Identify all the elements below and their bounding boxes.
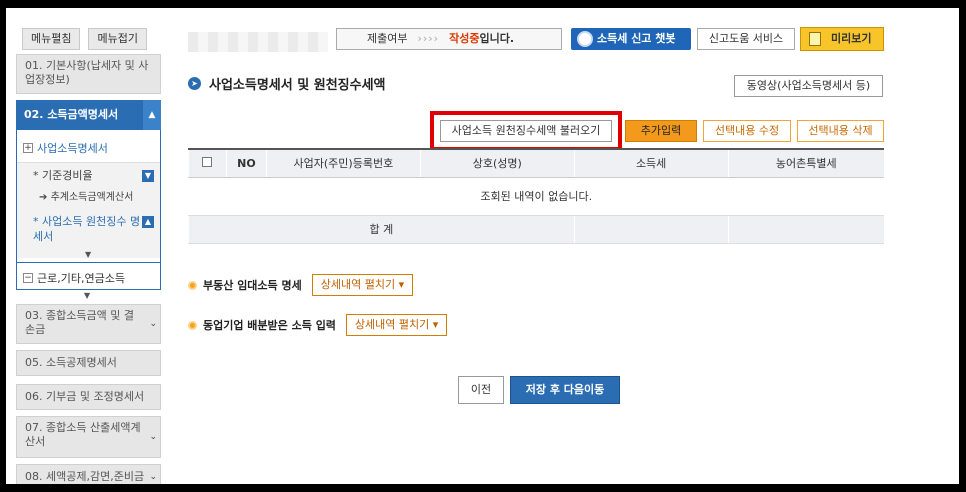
sidebar-step-03[interactable]: 03. 종합소득금액 및 결손금 ⌄ bbox=[16, 304, 161, 344]
sidebar-step-01[interactable]: 01. 기본사항(납세자 및 사업장정보) bbox=[16, 54, 161, 94]
chatbot-button[interactable]: 소득세 신고 챗봇 bbox=[571, 28, 691, 50]
sidebar-item-business-income-label: 사업소득명세서 bbox=[37, 142, 108, 155]
preview-button-label: 미리보기 bbox=[831, 32, 872, 45]
chevron-down-icon[interactable]: ⌄ bbox=[149, 317, 157, 331]
prev-button[interactable]: 이전 bbox=[458, 376, 504, 404]
sidebar-step-08-label: 08. 세액공제,감면,준비금 bbox=[25, 470, 145, 483]
sidebar-item-standard-expense-label: 기준경비율 bbox=[42, 169, 93, 182]
sidebar-item-standard-expense[interactable]: * 기준경비율 bbox=[33, 168, 93, 183]
sidebar-step-07[interactable]: 07. 종합소득 산출세액계산서 ⌄ bbox=[16, 416, 161, 458]
section-title: ➤ 사업소득명세서 및 원천징수세액 bbox=[188, 74, 386, 93]
status-suffix: 입니다. bbox=[479, 32, 515, 45]
total-label: 합 계 bbox=[188, 215, 575, 244]
chevron-up-icon[interactable]: ▲ bbox=[143, 100, 161, 130]
col-no: NO bbox=[225, 148, 267, 178]
partnership-expand-button[interactable]: 상세내역 펼치기 ▾ bbox=[345, 314, 448, 336]
withholding-table: NO 사업자(주민)등록번호 상호(성명) 소득세 농어촌특별세 조회된 내역이… bbox=[188, 148, 884, 244]
arrow-right-icon: ➔ bbox=[39, 192, 51, 203]
partnership-income-section: 동업기업 배분받은 소득 입력 상세내역 펼치기 ▾ bbox=[188, 314, 448, 336]
sidebar-item-withholding[interactable]: * 사업소득 원천징수 명세서 bbox=[33, 214, 141, 244]
rental-income-label: 부동산 임대소득 명세 bbox=[203, 279, 302, 292]
sidebar-step-03-label: 03. 종합소득금액 및 결손금 bbox=[25, 309, 134, 336]
sidebar-step-08[interactable]: 08. 세액공제,감면,준비금 ⌄ bbox=[16, 464, 161, 484]
highlight-box: 사업소득 원천징수세액 불러오기 bbox=[430, 111, 622, 151]
save-next-button[interactable]: 저장 후 다음이동 bbox=[510, 376, 620, 404]
circle-arrow-icon: ➤ bbox=[188, 77, 201, 90]
sidebar-step-06-label: 06. 기부금 및 조정명세서 bbox=[25, 390, 145, 403]
app-frame: 메뉴펼침 메뉴접기 01. 기본사항(납세자 및 사업장정보) 02. 소득금액… bbox=[6, 8, 959, 484]
submission-status: 제출여부 ›››› 작성중 입니다. bbox=[336, 28, 562, 50]
sidebar-item-other-income[interactable]: − 근로,기타,연금소득 bbox=[23, 270, 125, 286]
sidebar-step-05[interactable]: 05. 소득공제명세서 bbox=[16, 350, 161, 376]
status-value: 작성중 bbox=[449, 32, 480, 45]
chevron-down-icon[interactable]: ⌄ bbox=[149, 469, 157, 484]
sidebar-item-withholding-label: 사업소득 원천징수 명세서 bbox=[33, 215, 141, 243]
load-withholding-button[interactable]: 사업소득 원천징수세액 불러오기 bbox=[440, 120, 612, 142]
preview-button[interactable]: 미리보기 bbox=[800, 27, 884, 51]
partnership-income-label: 동업기업 배분받은 소득 입력 bbox=[203, 319, 336, 332]
sidebar-step-02-panel: + 사업소득명세서 * 기준경비율 ▼ ➔ 추계소득금액계산서 * 사업소득 원… bbox=[16, 130, 161, 290]
total-row: 합 계 bbox=[188, 215, 884, 244]
page-title: 사업소득명세서 및 원천징수세액 bbox=[209, 78, 386, 93]
bullet-dot-icon bbox=[188, 280, 197, 290]
bullet-icon: * bbox=[33, 215, 42, 228]
sidebar-item-estimated-income-label: 추계소득금액계산서 bbox=[50, 192, 134, 203]
add-input-button[interactable]: 추가입력 bbox=[625, 120, 697, 142]
sidebar: 메뉴펼침 메뉴접기 01. 기본사항(납세자 및 사업장정보) 02. 소득금액… bbox=[6, 8, 162, 484]
nts-emblem-icon bbox=[577, 31, 593, 47]
sidebar-step-07-label: 07. 종합소득 산출세액계산서 bbox=[25, 421, 141, 448]
empty-message: 조회된 내역이 없습니다. bbox=[188, 177, 884, 216]
sidebar-step-01-label: 01. 기본사항(납세자 및 사업장정보) bbox=[25, 59, 149, 86]
bullet-dot-icon bbox=[188, 320, 197, 330]
edit-selected-button[interactable]: 선택내용 수정 bbox=[703, 120, 791, 142]
col-business-number: 사업자(주민)등록번호 bbox=[265, 148, 421, 178]
chatbot-button-label: 소득세 신고 챗봇 bbox=[597, 32, 676, 45]
col-income-tax: 소득세 bbox=[573, 148, 729, 178]
sidebar-item-other-income-label: 근로,기타,연금소득 bbox=[37, 272, 125, 285]
sidebar-item-estimated-income[interactable]: ➔ 추계소득금액계산서 bbox=[39, 190, 133, 205]
sidebar-step-02-label: 02. 소득금액명세서 bbox=[24, 108, 119, 121]
rental-income-section: 부동산 임대소득 명세 상세내역 펼치기 ▾ bbox=[188, 274, 414, 296]
chevron-up-icon[interactable]: ▲ bbox=[142, 216, 154, 228]
bullet-icon: * bbox=[33, 169, 42, 182]
divider bbox=[17, 262, 160, 263]
col-rural-tax: 농어촌특별세 bbox=[727, 148, 884, 178]
sidebar-item-business-income[interactable]: + 사업소득명세서 bbox=[23, 140, 108, 156]
col-company-name: 상호(성명) bbox=[419, 148, 575, 178]
total-rural-tax bbox=[727, 215, 884, 244]
minus-box-icon[interactable]: − bbox=[23, 273, 33, 283]
table-header-row: NO 사업자(주민)등록번호 상호(성명) 소득세 농어촌특별세 bbox=[188, 148, 884, 178]
sidebar-toggle-group: 메뉴펼침 메뉴접기 bbox=[22, 28, 147, 50]
select-all-checkbox[interactable] bbox=[202, 156, 213, 167]
collapse-menu-button[interactable]: 메뉴접기 bbox=[88, 28, 147, 50]
delete-selected-button[interactable]: 선택내용 삭제 bbox=[797, 120, 884, 142]
help-service-button[interactable]: 신고도움 서비스 bbox=[697, 28, 795, 50]
chevron-down-icon[interactable]: ⌄ bbox=[149, 430, 157, 444]
select-all-cell bbox=[188, 148, 227, 178]
sidebar-step-06[interactable]: 06. 기부금 및 조정명세서 bbox=[16, 384, 161, 410]
status-label: 제출여부 bbox=[367, 32, 408, 45]
expand-menu-button[interactable]: 메뉴펼침 bbox=[22, 28, 81, 50]
chevron-down-icon[interactable]: ▼ bbox=[142, 170, 154, 182]
status-arrows: ›››› bbox=[417, 32, 440, 45]
triangle-down-icon: ▼ bbox=[85, 250, 92, 259]
empty-row: 조회된 내역이 없습니다. bbox=[188, 177, 884, 216]
plus-box-icon[interactable]: + bbox=[23, 143, 33, 153]
blurred-taxpayer-name bbox=[188, 32, 328, 52]
video-guide-button[interactable]: 동영상(사업소득명세서 등) bbox=[734, 75, 883, 97]
total-income-tax bbox=[573, 215, 729, 244]
triangle-down-icon: ▼ bbox=[84, 291, 91, 300]
sidebar-step-02[interactable]: 02. 소득금액명세서 ▲ bbox=[16, 100, 161, 130]
sidebar-step-05-label: 05. 소득공제명세서 bbox=[25, 356, 117, 369]
rental-expand-button[interactable]: 상세내역 펼치기 ▾ bbox=[311, 274, 414, 296]
document-icon bbox=[809, 32, 821, 46]
